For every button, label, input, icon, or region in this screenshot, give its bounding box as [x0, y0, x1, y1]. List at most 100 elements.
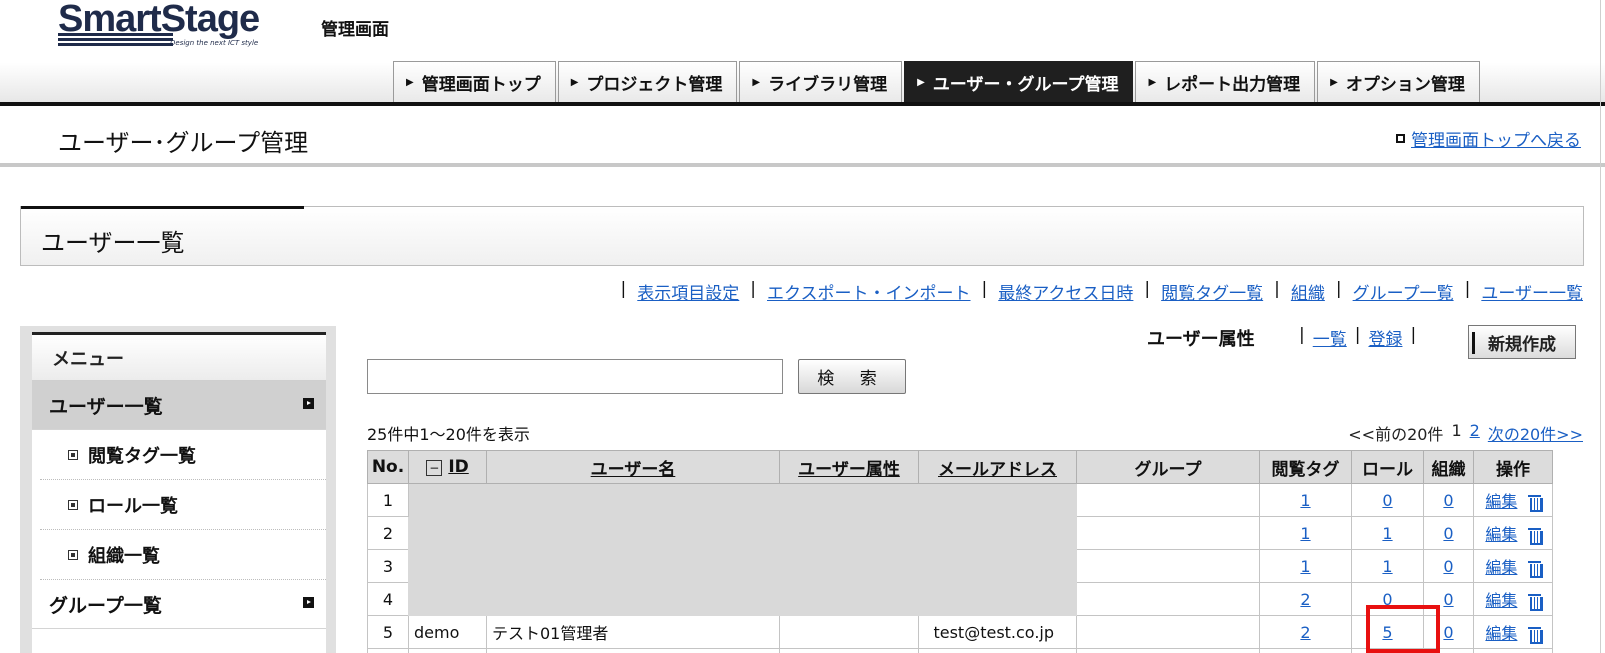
role-count-link[interactable]: 5 [1382, 623, 1392, 642]
sidebar-subitem-orgs[interactable]: 組織一覧 [40, 530, 326, 580]
cell-no: 2 [367, 516, 409, 550]
admin-label: 管理画面 [321, 20, 389, 40]
view-tag-count-link[interactable]: 2 [1300, 623, 1310, 642]
cell-org: 0 [1423, 516, 1474, 550]
pager-page-2[interactable]: 2 [1470, 421, 1480, 445]
col-header-org: 組織 [1423, 450, 1474, 484]
square-bullet-icon [68, 549, 78, 560]
nav-tab-admin-top[interactable]: ▶ 管理画面トップ [393, 61, 556, 102]
export-import-link[interactable]: エクスポート・インポート [767, 279, 971, 304]
cell-no: 3 [367, 549, 409, 583]
last-access-link[interactable]: 最終アクセス日時 [998, 279, 1133, 304]
group-list-link[interactable]: グループ一覧 [1353, 279, 1454, 304]
nav-tab-option[interactable]: ▶ オプション管理 [1317, 61, 1480, 102]
view-tag-count-link[interactable]: 2 [1300, 590, 1310, 609]
link-separator: | [1335, 279, 1342, 299]
window-edge [1600, 0, 1601, 653]
link-separator: | [1464, 279, 1471, 299]
edit-link[interactable]: 編集 [1485, 492, 1517, 511]
trash-icon[interactable] [1527, 594, 1543, 611]
role-count-link[interactable]: 1 [1382, 524, 1392, 543]
view-tag-count-link[interactable]: 1 [1300, 491, 1310, 510]
table-header-row: No. − ID ユーザー名 ユーザー属性 メールアドレス グループ 閲覧タグ ロ… [367, 450, 1553, 484]
attribute-list-link[interactable]: 一覧 [1313, 325, 1347, 350]
org-count-link[interactable]: 0 [1443, 623, 1453, 642]
trash-icon[interactable] [1527, 627, 1543, 644]
edit-link[interactable]: 編集 [1485, 591, 1517, 610]
pager-next[interactable]: 次の20件>> [1488, 421, 1583, 445]
col-header-user-name[interactable]: ユーザー名 [486, 450, 780, 484]
search-input[interactable] [367, 359, 783, 394]
link-separator: | [620, 279, 627, 299]
caret-right-icon: ▶ [1148, 76, 1157, 88]
role-count-link[interactable]: 1 [1382, 557, 1392, 576]
nav-tab-label: 管理画面トップ [421, 74, 541, 95]
sort-by-name-link[interactable]: ユーザー名 [591, 460, 676, 480]
pagination: <<前の20件 1 2 次の20件>> [1348, 421, 1583, 445]
top-navigation: ▶ 管理画面トップ ▶ プロジェクト管理 ▶ ライブラリ管理 ▶ ユーザー・グループ管理… [393, 61, 1482, 102]
trash-icon[interactable] [1527, 495, 1543, 512]
display-settings-link[interactable]: 表示項目設定 [637, 279, 739, 304]
search-button[interactable]: 検 索 [798, 359, 906, 394]
sidebar-subitem-roles[interactable]: ロール一覧 [40, 480, 326, 530]
col-header-email[interactable]: メールアドレス [918, 450, 1077, 484]
org-count-link[interactable]: 0 [1443, 557, 1453, 576]
org-count-link[interactable]: 0 [1443, 524, 1453, 543]
nav-tab-library[interactable]: ▶ ライブラリ管理 [739, 61, 903, 102]
edit-link[interactable]: 編集 [1485, 624, 1517, 643]
nav-tab-label: ライブラリ管理 [768, 74, 888, 95]
org-count-link[interactable]: 0 [1443, 491, 1453, 510]
sub-links-row: | 表示項目設定 | エクスポート・インポート | 最終アクセス日時 | 閲覧タ… [610, 279, 1583, 304]
link-separator: | [1144, 279, 1151, 299]
sidebar-item-group-list[interactable]: グループ一覧 [32, 580, 326, 629]
sidebar-subitem-view-tags[interactable]: 閲覧タグ一覧 [40, 430, 326, 480]
user-list-link[interactable]: ユーザー一覧 [1481, 279, 1583, 304]
col-header-user-attr[interactable]: ユーザー属性 [779, 450, 919, 484]
attribute-register-link[interactable]: 登録 [1368, 325, 1402, 350]
nav-tab-report[interactable]: ▶ レポート出力管理 [1135, 61, 1316, 102]
trash-icon[interactable] [1527, 561, 1543, 578]
back-to-top-link[interactable]: 管理画面トップへ戻る [1396, 126, 1581, 151]
sidebar-item-label: 組織一覧 [88, 545, 160, 567]
view-tag-count-link[interactable]: 1 [1300, 557, 1310, 576]
cell-no: 4 [367, 582, 409, 616]
sidebar-item-user-list[interactable]: ユーザー一覧 [32, 381, 326, 430]
view-tag-list-link[interactable]: 閲覧タグ一覧 [1161, 279, 1263, 304]
col-header-no: No. [367, 450, 409, 484]
new-create-button[interactable]: 新規作成 [1468, 325, 1576, 359]
user-attribute-label: ユーザー属性 [1147, 329, 1255, 350]
sort-icon: − [426, 460, 443, 476]
back-to-top-text[interactable]: 管理画面トップへ戻る [1411, 126, 1581, 151]
col-header-id[interactable]: − ID [408, 450, 487, 484]
cell-email: test@test.co.jp [918, 615, 1077, 649]
cell-no: 5 [367, 615, 409, 649]
edit-link[interactable]: 編集 [1485, 525, 1517, 544]
edit-link[interactable]: 編集 [1485, 558, 1517, 577]
result-count: 25件中1～20件を表示 [367, 425, 530, 444]
section-header: ユーザー一覧 [20, 206, 1584, 266]
square-bullet-icon [68, 449, 78, 460]
sort-by-email-link[interactable]: メールアドレス [938, 460, 1057, 480]
trash-icon[interactable] [1527, 528, 1543, 545]
sort-by-attr-link[interactable]: ユーザー属性 [798, 460, 900, 480]
nav-tab-project[interactable]: ▶ プロジェクト管理 [557, 61, 738, 102]
cell-user-attr [779, 615, 919, 649]
arrow-right-icon [303, 398, 314, 409]
header-divider [0, 102, 1605, 106]
sidebar-item-label: グループ一覧 [49, 594, 162, 617]
nav-tab-user-group[interactable]: ▶ ユーザー・グループ管理 [904, 61, 1134, 102]
caret-right-icon: ▶ [752, 76, 761, 88]
role-count-link[interactable]: 0 [1382, 590, 1392, 609]
smartstage-logo[interactable]: SmartStage Design the next ICT style [58, 0, 260, 52]
view-tag-count-link[interactable]: 1 [1300, 524, 1310, 543]
link-separator: | [1410, 325, 1417, 345]
role-count-link[interactable]: 0 [1382, 491, 1392, 510]
organization-link[interactable]: 組織 [1291, 279, 1325, 304]
sort-by-id-link[interactable]: ID [448, 457, 468, 477]
square-bullet-icon [68, 499, 78, 510]
redacted-area [408, 483, 1077, 616]
cell-org: 0 [1423, 582, 1474, 616]
cell-org: 0 [1423, 615, 1474, 649]
org-count-link[interactable]: 0 [1443, 590, 1453, 609]
link-separator: | [750, 279, 757, 299]
